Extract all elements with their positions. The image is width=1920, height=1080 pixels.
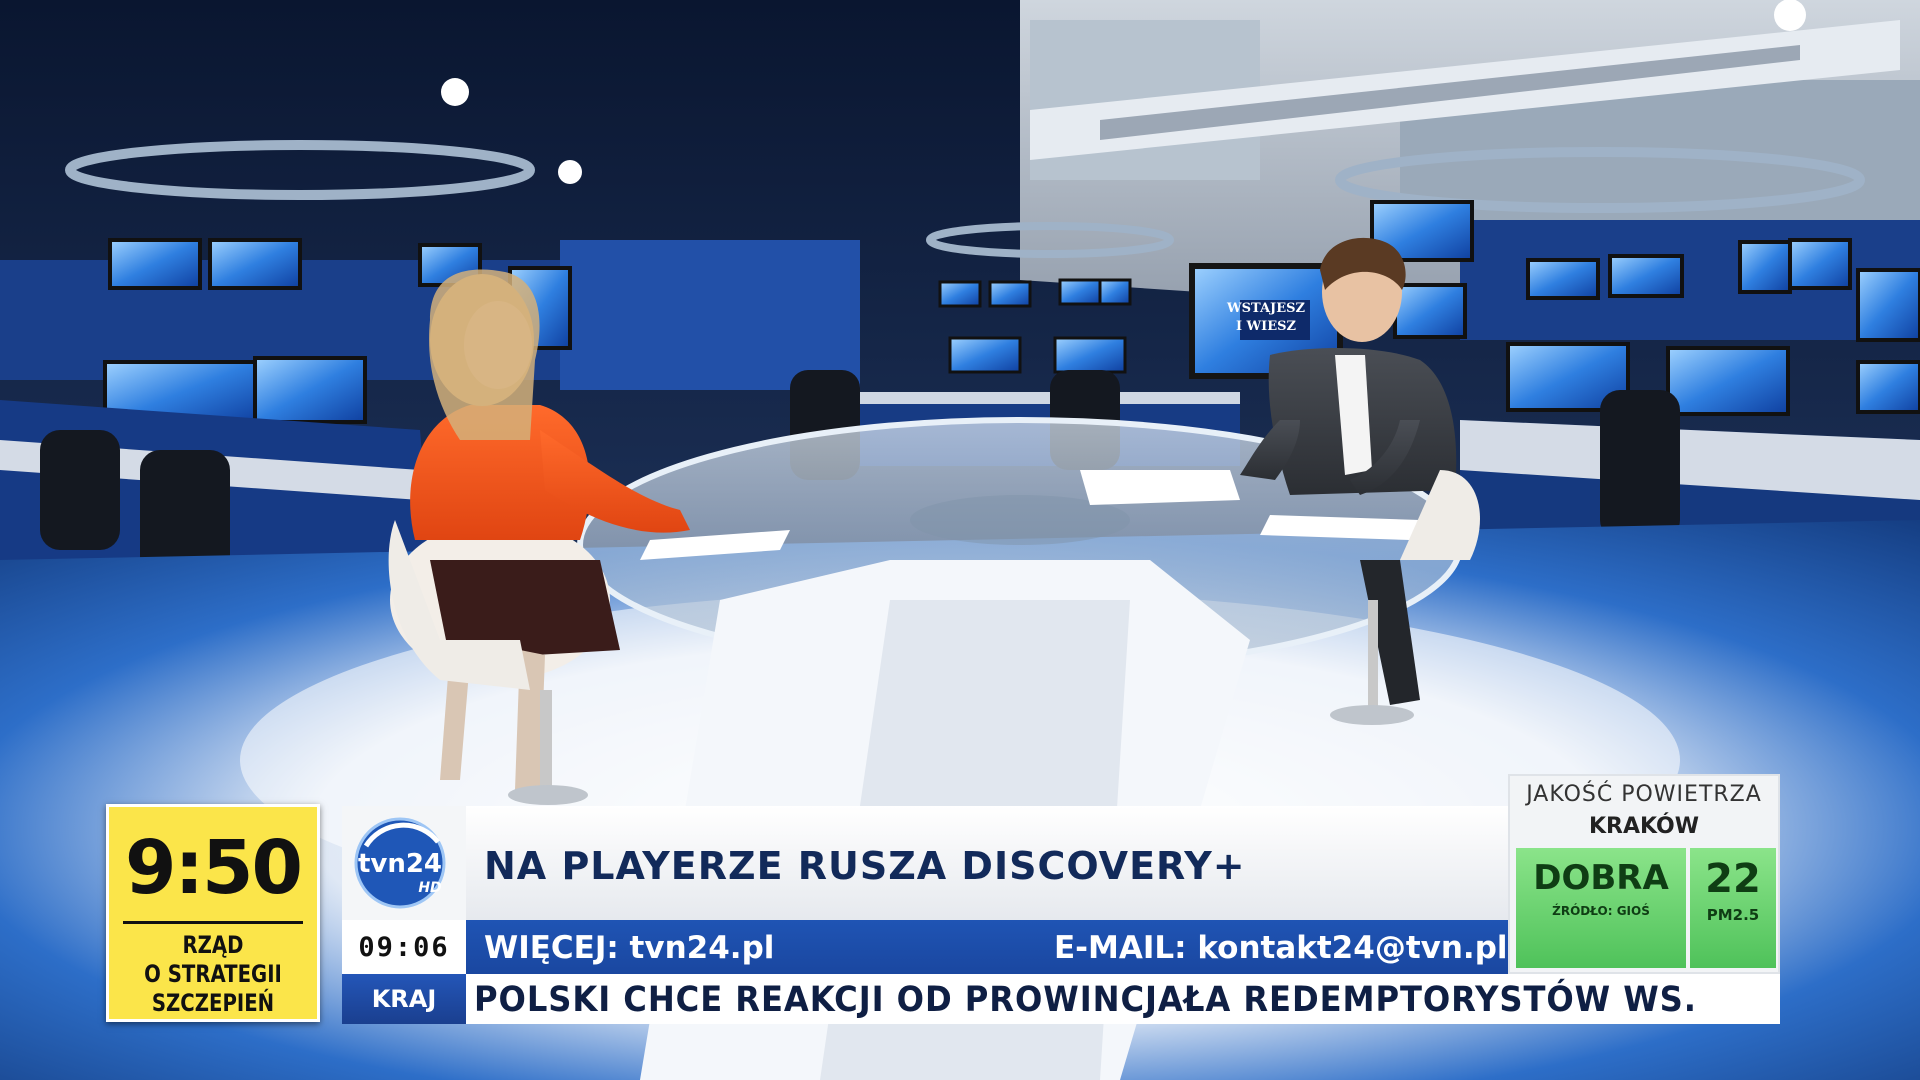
info-bar: WIĘCEJ: tvn24.pl E-MAIL: kontakt24@tvn.p… xyxy=(466,920,1508,974)
studio-screen-line: I WIESZ xyxy=(1236,319,1297,334)
channel-logo: tvn24 HD xyxy=(342,806,466,920)
air-quality-source: ŹRÓDŁO: GIOŚ xyxy=(1552,904,1650,918)
tvn24-logo-icon: tvn24 HD xyxy=(354,817,446,909)
studio-screen-line: WSTAJESZ xyxy=(1226,301,1305,316)
ticker-bar: POLSKI CHCE REAKCJI OD PROWINCJAŁA REDEM… xyxy=(466,974,1780,1024)
air-quality-panel: JAKOŚĆ POWIETRZA KRAKÓW DOBRA ŹRÓDŁO: GI… xyxy=(1508,774,1780,974)
clock-time: 9:50 xyxy=(124,825,303,911)
headline-text: NA PLAYERZE RUSZA DISCOVERY+ xyxy=(484,844,1246,888)
air-quality-city: KRAKÓW xyxy=(1588,814,1700,839)
clock-panel: 9:50 RZĄD O STRATEGII SZCZEPIEŃ xyxy=(106,804,320,1022)
logo-wordmark: tvn24 xyxy=(358,849,442,879)
clock-caption: RZĄD O STRATEGII SZCZEPIEŃ xyxy=(133,931,294,1018)
clock-caption-line: O STRATEGII xyxy=(144,960,282,988)
air-quality-value: 22 xyxy=(1705,856,1761,902)
air-quality-title: JAKOŚĆ POWIETRZA xyxy=(1526,782,1762,807)
info-email: E-MAIL: kontakt24@tvn.pl xyxy=(1054,930,1508,966)
ticker-text: POLSKI CHCE REAKCJI OD PROWINCJAŁA REDEM… xyxy=(474,980,1697,1020)
clock-caption-line: RZĄD xyxy=(182,931,244,959)
air-quality-unit: PM2.5 xyxy=(1706,906,1760,924)
studio-screen-label: WSTAJESZ I WIESZ xyxy=(1226,301,1305,334)
info-more-link: WIĘCEJ: tvn24.pl xyxy=(484,930,775,966)
headline-bar: NA PLAYERZE RUSZA DISCOVERY+ xyxy=(466,806,1508,920)
clock-divider xyxy=(123,921,303,924)
logo-hd-badge: HD xyxy=(418,880,441,896)
ticker-category: KRAJ xyxy=(342,974,466,1024)
info-clock: 09:06 xyxy=(342,920,466,974)
clock-caption-line: SZCZEPIEŃ xyxy=(151,989,275,1017)
air-quality-rating-box: DOBRA ŹRÓDŁO: GIOŚ xyxy=(1516,848,1686,968)
air-quality-value-box: 22 PM2.5 xyxy=(1690,848,1776,968)
air-quality-rating: DOBRA xyxy=(1533,858,1669,898)
